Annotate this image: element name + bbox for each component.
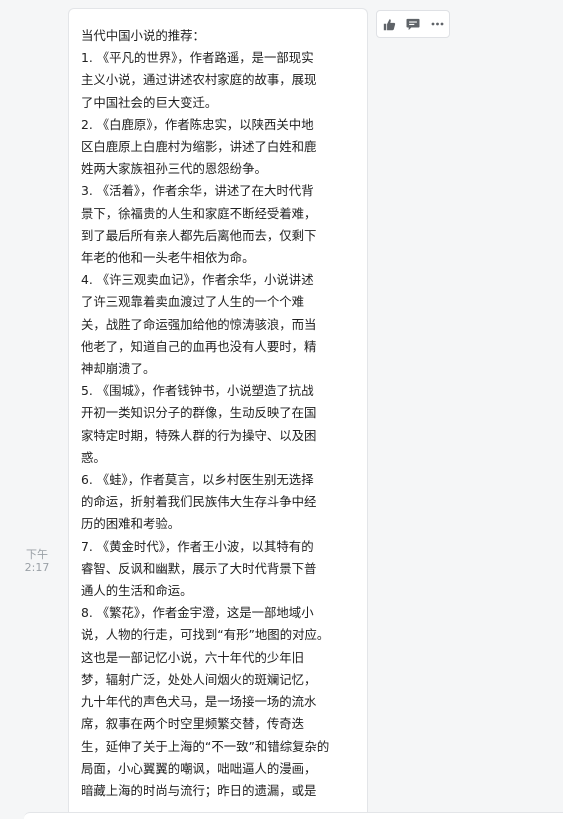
- message-line: 家特定时期，特殊人群的行为操守、以及困: [81, 427, 317, 443]
- message-line: 6. 《蛙》，作者莫言，以乡村医生别无选择: [81, 472, 314, 488]
- message-actions-toolbar: [376, 10, 450, 38]
- message-line: 区白鹿原上白鹿村为缩影，讲述了白姓和鹿: [81, 139, 317, 155]
- message-line: 开初一类知识分子的群像，生动反映了在国: [81, 405, 317, 421]
- message-line: 局面，小心翼翼的嘲讽，咄咄逼人的漫画，: [81, 760, 317, 776]
- message-line: 3. 《活着》，作者余华，讲述了在大时代背: [81, 183, 314, 199]
- comment-icon: [406, 18, 420, 30]
- message-line: 暗藏上海的时尚与流行；昨日的遗漏，或是: [81, 782, 317, 798]
- message-line: 到了最后所有亲人都先后离他而去，仅剩下: [81, 227, 317, 243]
- message-text: 当代中国小说的推荐： 1. 《平凡的世界》，作者路遥，是一部现实 主义小说，通过讲述…: [81, 25, 363, 802]
- composer-edge: [24, 812, 563, 819]
- message-line: 的命运，折射着我们民族伟大生存斗争中经: [81, 494, 317, 510]
- message-line: 说，人物的行走，可找到“有形”地图的对应。: [81, 627, 330, 643]
- message-line: 当代中国小说的推荐：: [81, 28, 205, 43]
- message-line: 通人的生活和命运。: [81, 583, 193, 599]
- comment-button[interactable]: [401, 11, 425, 37]
- message-line: 7. 《黄金时代》，作者王小波，以其特有的: [81, 538, 314, 554]
- message-bubble[interactable]: 当代中国小说的推荐： 1. 《平凡的世界》，作者路遥，是一部现实 主义小说，通过讲述…: [68, 8, 368, 819]
- message-line: 2. 《白鹿原》，作者陈忠实，以陕西关中地: [81, 116, 314, 132]
- message-line: 1. 《平凡的世界》，作者路遥，是一部现实: [81, 50, 314, 66]
- chat-window: 下午 2:17 当代中国小说的推荐： 1. 《平凡的世界》，作者路遥，是一部现实主…: [0, 0, 563, 819]
- message-line: 九十年代的声色犬马，是一场接一场的流水: [81, 694, 317, 710]
- message-line: 关，战胜了命运强加给他的惊涛骇浪，而当: [81, 316, 317, 332]
- message-line: 主义小说，通过讲述农村家庭的故事，展现: [81, 72, 317, 88]
- message-line: 历的困难和考验。: [81, 516, 181, 532]
- message-line: 神却崩溃了。: [81, 361, 156, 377]
- message-line: 姓两大家族祖孙三代的恩怨纷争。: [81, 161, 267, 177]
- more-horizontal-icon: [431, 22, 443, 26]
- message-line: 席，叙事在两个时空里频繁交替，传奇迭: [81, 716, 305, 732]
- like-button[interactable]: [377, 11, 401, 37]
- message-line: 了许三观靠着卖血渡过了人生的一个个难: [81, 294, 305, 310]
- more-button[interactable]: [425, 11, 449, 37]
- message-line: 4. 《许三观卖血记》，作者余华，小说讲述: [81, 272, 314, 288]
- timestamp-time: 2:17: [24, 561, 50, 574]
- message-line: 8. 《繁花》，作者金宇澄，这是一部地域小: [81, 605, 314, 621]
- message-line: 景下，徐福贵的人生和家庭不断经受着难，: [81, 205, 317, 221]
- message-line: 生，延伸了关于上海的“不一致”和错综复杂的: [81, 738, 330, 754]
- timestamp-period: 下午: [26, 548, 48, 561]
- message-line: 这也是一部记忆小说，六十年代的少年旧: [81, 649, 305, 665]
- message-line: 睿智、反讽和幽默，展示了大时代背景下普: [81, 560, 317, 576]
- message-line: 5. 《围城》，作者钱钟书，小说塑造了抗战: [81, 383, 314, 399]
- message-line: 梦，辐射广泛，处处人间烟火的斑斓记忆，: [81, 671, 317, 687]
- message-line: 他老了，知道自己的血再也没有人要时，精: [81, 338, 317, 354]
- thumbs-up-icon: [383, 18, 395, 30]
- message-line: 惑。: [81, 449, 106, 465]
- message-line: 了中国社会的巨大变迁。: [81, 94, 218, 110]
- message-timestamp: 下午 2:17: [22, 548, 52, 574]
- message-line: 年老的他和一头老牛相依为命。: [81, 250, 255, 266]
